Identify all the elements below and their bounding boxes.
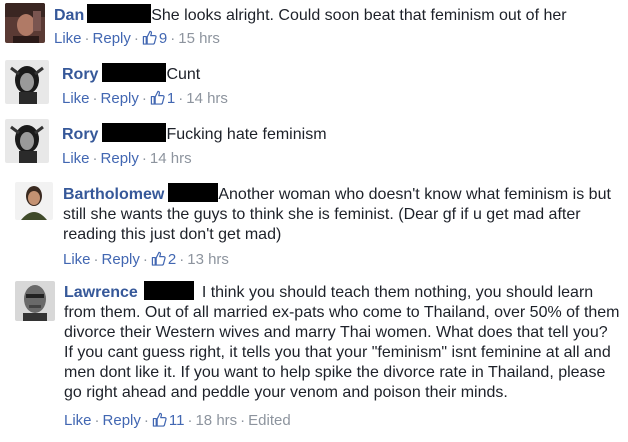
like-count[interactable]: 9 <box>159 30 167 47</box>
comment-2: Rory Cunt Like · Reply · 1 · 14 hrs <box>0 56 628 112</box>
comment-actions: Like · Reply · 1 · 14 hrs <box>62 90 228 107</box>
comment-1: Dan She looks alright. Could soon beat th… <box>0 0 628 54</box>
comment-text-line: reading this just don't get mad) <box>63 226 282 243</box>
edited-label[interactable]: Edited <box>248 412 291 429</box>
like-count[interactable]: 11 <box>169 412 185 429</box>
thumbs-up-icon[interactable] <box>142 30 157 45</box>
comment-actions: Like · Reply · 9 · 15 hrs <box>54 30 220 47</box>
reply-link[interactable]: Reply <box>102 251 140 268</box>
author-name[interactable]: Dan <box>54 7 84 24</box>
comment-text-line: still she wants the guys to think she is… <box>63 206 581 223</box>
comment-body: Bartholomew Another woman who doesn't kno… <box>63 183 623 245</box>
comment-body: Dan She looks alright. Could soon beat th… <box>54 4 567 26</box>
comment-actions: Like · Reply · 14 hrs <box>62 150 192 167</box>
redaction-bar <box>102 123 167 142</box>
comment-body: Rory Cunt <box>62 63 200 85</box>
like-link[interactable]: Like <box>64 412 92 429</box>
comment-text-line: If you cant guess right, it tells you th… <box>64 344 611 361</box>
avatar[interactable] <box>5 60 49 104</box>
comment-text-line: I think you should teach them nothing, y… <box>201 284 594 301</box>
reply-link[interactable]: Reply <box>93 30 131 47</box>
redaction-bar <box>87 4 152 23</box>
like-link[interactable]: Like <box>62 90 90 107</box>
comment-text-line: from them. Out of all married ex-pats wh… <box>64 304 620 321</box>
author-name[interactable]: Bartholomew <box>63 186 164 203</box>
comment-actions: Like · Reply · 11 · 18 hrs · Edited <box>64 412 291 429</box>
redaction-bar <box>143 281 194 300</box>
comment-body: Lawrence I think you should teach them no… <box>64 281 624 403</box>
timestamp[interactable]: 13 hrs <box>187 251 229 268</box>
like-link[interactable]: Like <box>54 30 82 47</box>
like-link[interactable]: Like <box>63 251 91 268</box>
redaction-bar <box>168 183 219 202</box>
thumbs-up-icon[interactable] <box>151 251 166 266</box>
author-name[interactable]: Lawrence <box>64 284 138 301</box>
comment-text: She looks alright. Could soon beat that … <box>151 7 567 24</box>
thumbs-up-icon[interactable] <box>152 412 167 427</box>
comment-text: Fucking hate feminism <box>166 126 327 143</box>
redaction-bar <box>102 63 167 82</box>
avatar[interactable] <box>15 182 53 220</box>
timestamp[interactable]: 15 hrs <box>178 30 220 47</box>
comment-3: Rory Fucking hate feminism Like · Reply · 14 … <box>0 115 628 171</box>
comment-text: Cunt <box>166 66 201 83</box>
like-count[interactable]: 2 <box>168 251 176 268</box>
comment-text-line: men dont like it. If you want to help sp… <box>64 364 606 381</box>
avatar[interactable] <box>15 281 55 321</box>
reply-link[interactable]: Reply <box>101 150 139 167</box>
comment-text-line: divorce their Western wives and marry Th… <box>64 324 608 341</box>
timestamp[interactable]: 14 hrs <box>150 150 192 167</box>
comment-text-line: Another woman who doesn't know what femi… <box>218 186 611 203</box>
like-link[interactable]: Like <box>62 150 90 167</box>
timestamp[interactable]: 18 hrs <box>195 412 237 429</box>
comment-5: Lawrence I think you should teach them no… <box>0 275 628 442</box>
avatar[interactable] <box>5 3 45 43</box>
reply-link[interactable]: Reply <box>101 90 139 107</box>
avatar[interactable] <box>5 119 49 163</box>
timestamp[interactable]: 14 hrs <box>186 90 228 107</box>
comment-actions: Like · Reply · 2 · 13 hrs <box>63 251 229 268</box>
comment-text-line: go right ahead and peddle your venom and… <box>64 384 508 401</box>
author-name[interactable]: Rory <box>62 66 98 83</box>
comment-body: Rory Fucking hate feminism <box>62 123 327 145</box>
comment-4: Bartholomew Another woman who doesn't kno… <box>0 176 628 270</box>
like-count[interactable]: 1 <box>167 90 175 107</box>
reply-link[interactable]: Reply <box>103 412 141 429</box>
thumbs-up-icon[interactable] <box>150 90 165 105</box>
author-name[interactable]: Rory <box>62 126 98 143</box>
